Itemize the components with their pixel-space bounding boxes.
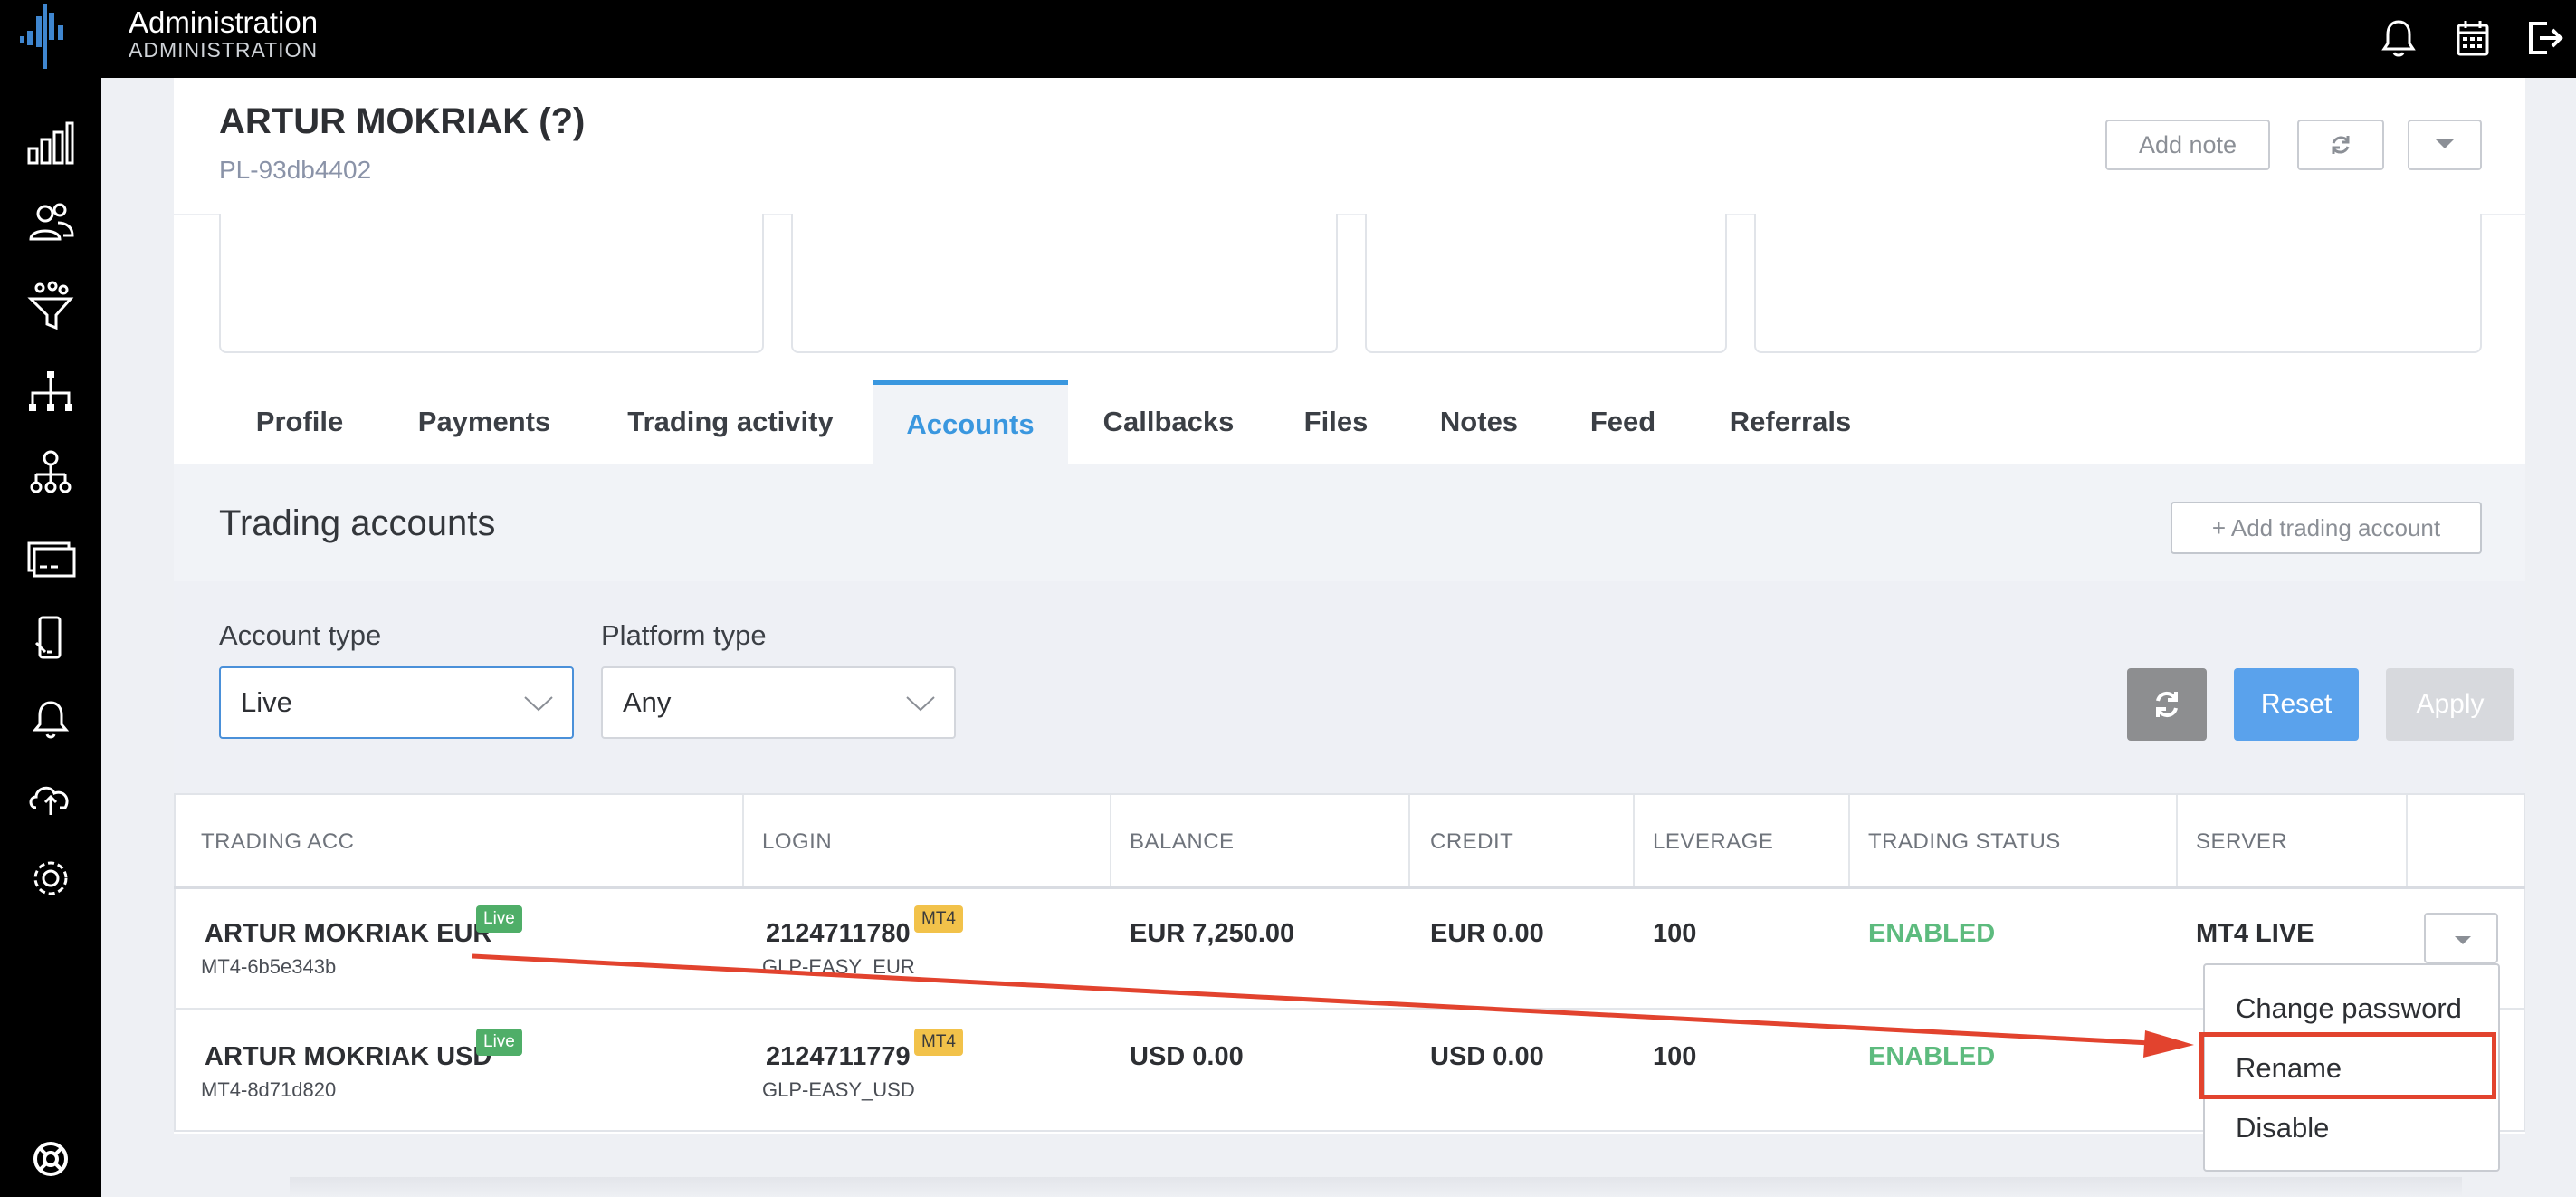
calendar-icon[interactable] — [2451, 16, 2495, 60]
account-type-select[interactable]: Live — [219, 666, 574, 739]
refresh-icon — [2332, 136, 2350, 154]
top-bar — [0, 0, 2576, 78]
tab-profile[interactable]: Profile — [237, 380, 362, 464]
notifications-icon[interactable] — [24, 694, 78, 748]
table-header-divider — [174, 886, 2525, 889]
account-server: MT4 LIVE — [2196, 919, 2314, 948]
support-icon[interactable] — [24, 1132, 78, 1186]
account-id: MT4-6b5e343b — [201, 955, 337, 978]
caret-down-icon — [2455, 936, 2471, 944]
refresh-icon — [2156, 691, 2178, 718]
info-box — [791, 214, 1338, 353]
rename-highlight-annotation — [2199, 1032, 2496, 1099]
column-separator — [1633, 795, 1635, 886]
account-id: MT4-8d71d820 — [201, 1078, 337, 1101]
mobile-icon[interactable] — [24, 612, 78, 666]
account-balance: EUR 7,250.00 — [1130, 919, 1295, 948]
tab-files[interactable]: Files — [1285, 380, 1387, 464]
page-shadow — [290, 1177, 2462, 1197]
add-note-button[interactable]: Add note — [2105, 120, 2270, 170]
th-leverage[interactable]: LEVERAGE — [1653, 829, 1773, 855]
account-name[interactable]: ARTUR MOKRIAK USD — [205, 1042, 491, 1072]
platform-badge: MT4 — [914, 1029, 963, 1056]
clients-icon[interactable] — [24, 196, 78, 250]
account-name[interactable]: ARTUR MOKRIAK EUR — [205, 919, 491, 949]
live-badge: Live — [476, 1029, 522, 1056]
menu-item-disable[interactable]: Disable — [2236, 1112, 2329, 1144]
dashboard-icon[interactable] — [24, 116, 78, 170]
caret-down-icon — [2436, 139, 2454, 148]
th-balance[interactable]: BALANCE — [1130, 829, 1235, 855]
platform-badge: MT4 — [914, 905, 963, 933]
account-leverage: 100 — [1653, 919, 1697, 948]
platform-type-select[interactable]: Any — [601, 666, 956, 739]
funnel-icon[interactable] — [24, 279, 78, 333]
live-badge: Live — [476, 905, 522, 933]
team-icon[interactable] — [24, 445, 78, 500]
account-credit: EUR 0.00 — [1430, 919, 1544, 948]
platform-type-value: Any — [623, 686, 672, 718]
trading-status: ENABLED — [1868, 919, 1996, 948]
column-separator — [1408, 795, 1410, 886]
trading-status: ENABLED — [1868, 1042, 1996, 1071]
account-group: GLP-EASY_USD — [762, 1078, 915, 1101]
hierarchy-icon[interactable] — [24, 366, 78, 420]
tab-accounts[interactable]: Accounts — [873, 380, 1068, 464]
th-trading-status[interactable]: TRADING STATUS — [1868, 829, 2061, 855]
bell-icon[interactable] — [2377, 16, 2420, 60]
account-group: GLP-EASY_EUR — [762, 955, 915, 978]
section-title: Trading accounts — [219, 503, 496, 543]
th-credit[interactable]: CREDIT — [1430, 829, 1513, 855]
client-name: ARTUR MOKRIAK (?) — [219, 101, 586, 141]
payments-icon[interactable] — [24, 531, 78, 585]
table-row-divider — [174, 1008, 2525, 1010]
account-type-label: Account type — [219, 619, 382, 651]
info-box — [219, 214, 764, 353]
column-separator — [1110, 795, 1111, 886]
logout-icon[interactable] — [2522, 16, 2565, 60]
account-login: 2124711779 — [766, 1042, 911, 1071]
th-trading-acc[interactable]: TRADING ACC — [201, 829, 355, 855]
tab-notes[interactable]: Notes — [1426, 380, 1531, 464]
column-separator — [742, 795, 744, 886]
platform-type-label: Platform type — [601, 619, 767, 651]
chevron-down-icon — [906, 696, 935, 712]
account-login: 2124711780 — [766, 919, 911, 948]
cloud-sync-icon[interactable] — [24, 771, 78, 826]
tab-payments[interactable]: Payments — [405, 380, 563, 464]
settings-icon[interactable] — [24, 851, 78, 905]
info-box — [1754, 214, 2482, 353]
th-server[interactable]: SERVER — [2196, 829, 2287, 855]
tab-trading-activity[interactable]: Trading activity — [608, 380, 853, 464]
add-trading-account-button[interactable]: + Add trading account — [2171, 502, 2482, 554]
refresh-client-button[interactable] — [2297, 120, 2384, 170]
tab-feed[interactable]: Feed — [1573, 380, 1673, 464]
refresh-filters-button[interactable] — [2127, 668, 2207, 741]
tab-referrals[interactable]: Referrals — [1714, 380, 1866, 464]
client-id: PL-93db4402 — [219, 156, 372, 184]
chevron-down-icon — [524, 696, 553, 712]
account-balance: USD 0.00 — [1130, 1042, 1244, 1071]
tab-callbacks[interactable]: Callbacks — [1092, 380, 1245, 464]
app-title: Administration — [129, 5, 319, 39]
menu-item-change-password[interactable]: Change password — [2236, 992, 2462, 1025]
trading-accounts-table — [174, 793, 2525, 1132]
apply-button[interactable]: Apply — [2386, 668, 2514, 741]
column-separator — [1848, 795, 1850, 886]
reset-button[interactable]: Reset — [2234, 668, 2359, 741]
app-subtitle: ADMINISTRATION — [129, 38, 319, 62]
app-logo-icon[interactable] — [16, 4, 74, 69]
column-separator — [2406, 795, 2408, 886]
account-leverage: 100 — [1653, 1042, 1697, 1071]
account-type-value: Live — [241, 686, 292, 718]
th-login[interactable]: LOGIN — [762, 829, 832, 855]
column-separator — [2176, 795, 2178, 886]
info-box — [1365, 214, 1727, 353]
row-actions-dropdown[interactable] — [2424, 913, 2498, 963]
account-credit: USD 0.00 — [1430, 1042, 1544, 1071]
client-actions-dropdown[interactable] — [2408, 120, 2482, 170]
